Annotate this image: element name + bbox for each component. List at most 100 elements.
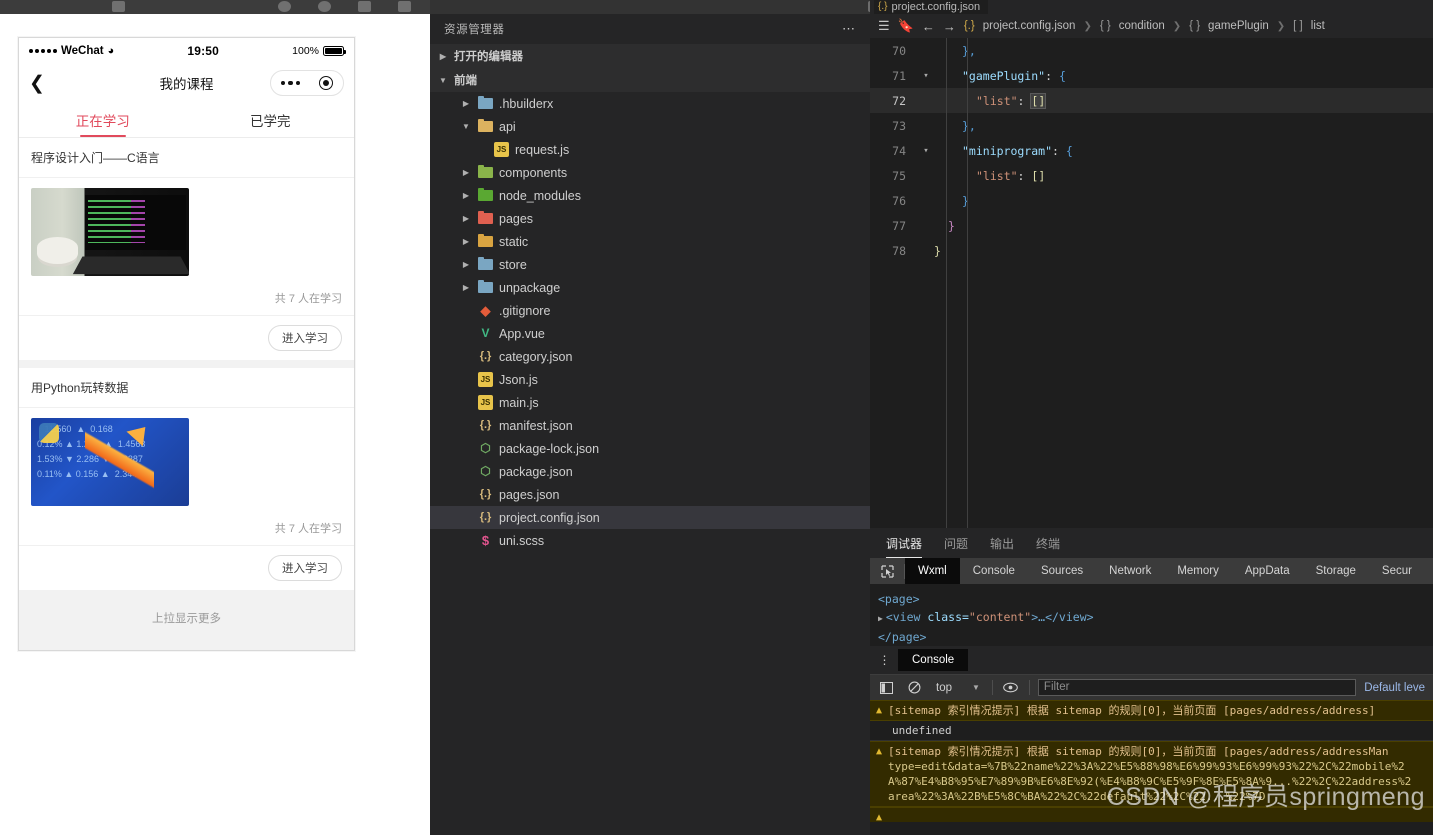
breadcrumb-item-condition[interactable]: condition bbox=[1119, 20, 1165, 32]
tab-finished[interactable]: 已学完 bbox=[187, 102, 355, 137]
code-line[interactable]: 71 ▾ "gamePlugin": { bbox=[870, 63, 1433, 88]
json-file-icon: {.} bbox=[479, 511, 492, 523]
editor-tab-project-config[interactable]: {.} project.config.json bbox=[874, 0, 989, 14]
breadcrumb-item-list[interactable]: list bbox=[1311, 20, 1325, 32]
kebab-menu-icon[interactable]: ⋮ bbox=[878, 654, 892, 666]
console-message-encoded-3: area%22%3A%22B%E5%8C%BA%22%2C%22default%… bbox=[888, 790, 1266, 803]
file-tree-item[interactable]: {.} pages.json bbox=[430, 483, 870, 506]
js-file-icon: JS bbox=[494, 142, 509, 157]
breadcrumb-separator: ❯ bbox=[1276, 20, 1286, 32]
console-message-warning[interactable]: ▲ [sitemap 索引情况提示] 根据 sitemap 的规则[0]，当前页… bbox=[870, 700, 1433, 721]
file-tree-item[interactable]: ▶ pages bbox=[430, 207, 870, 230]
file-tree-item[interactable]: {.} project.config.json bbox=[430, 506, 870, 529]
file-tree-item[interactable]: ▼ api bbox=[430, 115, 870, 138]
file-tree-item[interactable]: ▶ node_modules bbox=[430, 184, 870, 207]
bookmark-icon[interactable]: 🔖 bbox=[898, 18, 914, 34]
toolbar-icon-compile[interactable] bbox=[278, 1, 291, 12]
json-file-icon: {.} bbox=[479, 419, 492, 431]
code-line[interactable]: 76} bbox=[870, 188, 1433, 213]
devtools-tab-security[interactable]: Secur bbox=[1369, 558, 1425, 584]
file-tree-item[interactable]: ▶ components bbox=[430, 161, 870, 184]
devtools-tab-appdata[interactable]: AppData bbox=[1232, 558, 1303, 584]
enter-study-button[interactable]: 进入学习 bbox=[268, 555, 342, 581]
code-line[interactable]: 72 "list": [] bbox=[870, 88, 1433, 113]
file-tree-item[interactable]: JS main.js bbox=[430, 391, 870, 414]
console-context-selector[interactable]: top ▼ bbox=[932, 682, 984, 694]
tab-learning[interactable]: 正在学习 bbox=[19, 102, 187, 137]
panel-tab-terminal[interactable]: 终端 bbox=[1036, 529, 1060, 557]
ellipsis-icon[interactable] bbox=[280, 80, 301, 86]
show-sidebar-icon[interactable] bbox=[876, 680, 896, 696]
file-tree-item[interactable]: ⬡ package.json bbox=[430, 460, 870, 483]
course-card[interactable]: 程序设计入门——C语言 共 7 人在学习 进入学习 bbox=[19, 138, 354, 360]
wechat-capsule-menu[interactable] bbox=[270, 70, 344, 96]
file-tree-item-label: node_modules bbox=[499, 188, 582, 203]
file-tree-item[interactable]: JS Json.js bbox=[430, 368, 870, 391]
code-text: } bbox=[934, 194, 1433, 208]
wxml-line-view[interactable]: ▶ <view class="content">…</view> bbox=[878, 608, 1425, 628]
file-tree-item[interactable]: JS request.js bbox=[430, 138, 870, 161]
file-tree-item[interactable]: ⬡ package-lock.json bbox=[430, 437, 870, 460]
console-message-warning-partial[interactable]: ▲ bbox=[870, 807, 1433, 822]
file-tree-item[interactable]: {.} manifest.json bbox=[430, 414, 870, 437]
code-line[interactable]: 78} bbox=[870, 238, 1433, 263]
line-number: 72 bbox=[892, 93, 906, 108]
code-line[interactable]: 70}, bbox=[870, 38, 1433, 63]
file-tree-item[interactable]: ▶ unpackage bbox=[430, 276, 870, 299]
toolbar-icon-preview[interactable] bbox=[318, 1, 331, 12]
console-drawer-tab[interactable]: Console bbox=[898, 649, 969, 671]
breadcrumb-item-gameplugin[interactable]: gamePlugin bbox=[1208, 20, 1269, 32]
file-tree-item[interactable]: $ uni.scss bbox=[430, 529, 870, 552]
close-target-icon[interactable] bbox=[319, 76, 334, 90]
breadcrumb-item-file[interactable]: project.config.json bbox=[983, 20, 1076, 32]
code-line[interactable]: 75 "list": [] bbox=[870, 163, 1433, 188]
devtools-tab-sources[interactable]: Sources bbox=[1028, 558, 1096, 584]
fold-chevron-down-icon[interactable]: ▾ bbox=[918, 71, 934, 81]
enter-study-button[interactable]: 进入学习 bbox=[268, 325, 342, 351]
code-line[interactable]: 74 ▾ "miniprogram": { bbox=[870, 138, 1433, 163]
console-level-selector[interactable]: Default leve bbox=[1364, 682, 1427, 694]
code-line[interactable]: 73}, bbox=[870, 113, 1433, 138]
eye-icon[interactable] bbox=[1001, 680, 1021, 696]
file-tree-item-label: store bbox=[499, 257, 527, 272]
file-tree-item[interactable]: ◆ .gitignore bbox=[430, 299, 870, 322]
hamburger-menu-icon[interactable]: ☰ bbox=[878, 18, 890, 34]
course-card[interactable]: 用Python玩转数据 11.560 ▲ 0.168 0.12% ▲ 1.286… bbox=[19, 368, 354, 590]
arrow-right-icon[interactable]: → bbox=[943, 19, 956, 34]
toolbar-icon-upload[interactable] bbox=[358, 1, 371, 12]
file-tree-item[interactable]: ▶ .hbuilderx bbox=[430, 92, 870, 115]
devtools-tab-network[interactable]: Network bbox=[1096, 558, 1164, 584]
devtools-tab-console[interactable]: Console bbox=[960, 558, 1028, 584]
fold-chevron-down-icon[interactable]: ▾ bbox=[918, 146, 934, 156]
ellipsis-icon[interactable]: ⋯ bbox=[842, 21, 856, 37]
arrow-left-icon[interactable]: ← bbox=[922, 19, 935, 34]
console-message-warning[interactable]: ▲ [sitemap 索引情况提示] 根据 sitemap 的规则[0]，当前页… bbox=[870, 741, 1433, 807]
chevron-right-icon[interactable]: ▶ bbox=[878, 614, 883, 623]
devtools-tab-memory[interactable]: Memory bbox=[1164, 558, 1232, 584]
file-tree-item[interactable]: {.} category.json bbox=[430, 345, 870, 368]
toolbar-icon-version[interactable] bbox=[398, 1, 411, 12]
panel-tab-output[interactable]: 输出 bbox=[990, 529, 1014, 557]
chevron-right-icon: ▶ bbox=[462, 99, 470, 108]
file-tree-item[interactable]: ▶ store bbox=[430, 253, 870, 276]
console-filter-input[interactable]: Filter bbox=[1037, 679, 1357, 696]
clear-console-icon[interactable] bbox=[904, 680, 924, 696]
load-more-label[interactable]: 上拉显示更多 bbox=[19, 598, 354, 638]
battery-icon bbox=[323, 46, 346, 56]
code-line[interactable]: 77} bbox=[870, 213, 1433, 238]
wxml-tree[interactable]: <page> ▶ <view class="content">…</view> <… bbox=[870, 584, 1433, 646]
panel-tab-problems[interactable]: 问题 bbox=[944, 529, 968, 557]
code-editor[interactable]: 70}, 71 ▾ "gamePlugin": {72 "list": [] 73}, 74… bbox=[870, 38, 1433, 528]
explorer-section-project-root[interactable]: ▼ 前端 bbox=[430, 68, 870, 92]
file-tree-item[interactable]: V App.vue bbox=[430, 322, 870, 345]
explorer-section-open-editors[interactable]: ▶ 打开的编辑器 bbox=[430, 44, 870, 68]
toolbar-icon-undo[interactable] bbox=[112, 1, 125, 12]
devtools-tab-wxml[interactable]: Wxml bbox=[905, 558, 960, 584]
devtools-tab-storage[interactable]: Storage bbox=[1303, 558, 1369, 584]
status-time: 19:50 bbox=[187, 44, 220, 58]
cursor-select-icon[interactable] bbox=[870, 564, 904, 578]
file-tree-item[interactable]: ▶ static bbox=[430, 230, 870, 253]
back-chevron-left-icon[interactable]: ❮ bbox=[29, 74, 55, 93]
panel-tab-debugger[interactable]: 调试器 bbox=[886, 529, 923, 558]
code-token: "miniprogram" bbox=[962, 143, 1053, 158]
